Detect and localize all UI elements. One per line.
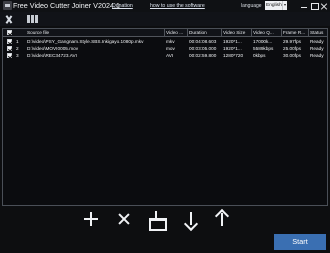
title-bar: Free Video Cutter Joiner V2024.1 Donatio… xyxy=(0,0,330,12)
source-file-cell: D:\video\PSY_Gangnam.Style.SBS.Inkigayo.… xyxy=(27,39,144,44)
app-title: Free Video Cutter Joiner V2024.1 xyxy=(13,1,120,10)
video-quality-cell: 0kbps xyxy=(253,53,266,58)
source-file-cell: D:\video\MOVI0005.mov xyxy=(27,46,79,51)
duration-cell: 00:02:59.800 xyxy=(189,53,217,58)
mode-toolbar xyxy=(0,12,330,26)
scissors-icon[interactable] xyxy=(4,14,14,24)
frame-rate-cell: 29.97fps xyxy=(283,39,301,44)
video-size-cell: 1920*1... xyxy=(223,46,242,51)
duration-cell: 00:04:08.603 xyxy=(189,39,217,44)
plus-icon[interactable] xyxy=(81,209,101,229)
column-video-format[interactable]: Video ... xyxy=(166,29,186,36)
row-number: 3 xyxy=(16,53,19,58)
chevron-down-icon[interactable] xyxy=(282,1,287,10)
video-size-cell: 1920*1... xyxy=(223,39,242,44)
close-icon[interactable] xyxy=(114,209,134,229)
status-cell: Ready xyxy=(310,53,324,58)
column-source-file[interactable]: Source file xyxy=(27,29,65,36)
column-status[interactable]: Status xyxy=(310,29,327,36)
video-quality-cell: 17000k... xyxy=(253,39,273,44)
arrow-up-icon[interactable] xyxy=(212,209,232,229)
row-checkbox[interactable] xyxy=(7,39,12,44)
file-table: Source file Video ... Duration Video Siz… xyxy=(2,28,328,206)
row-checkbox[interactable] xyxy=(7,46,12,51)
frame-rate-cell: 25.00fps xyxy=(283,46,301,51)
table-row[interactable]: 1 D:\video\PSY_Gangnam.Style.SBS.Inkigay… xyxy=(3,38,327,45)
table-row[interactable]: 2 D:\video\MOVI0005.mov mov 00:03:05.000… xyxy=(3,45,327,52)
arrow-down-icon[interactable] xyxy=(181,209,201,229)
video-size-cell: 1280*720 xyxy=(223,53,244,58)
frame-rate-cell: 30.00fps xyxy=(283,53,301,58)
video-quality-cell: 5589kbps xyxy=(253,46,274,51)
join-icon[interactable] xyxy=(27,15,38,23)
video-format-cell: AVI xyxy=(166,53,174,58)
maximize-icon[interactable] xyxy=(309,1,319,11)
row-number: 2 xyxy=(16,46,19,51)
column-video-quality[interactable]: Video Q... xyxy=(253,29,279,36)
language-select[interactable]: English xyxy=(265,1,282,10)
status-cell: Ready xyxy=(310,39,324,44)
table-row[interactable]: 3 D:\video\REC34723.AVI AVI 00:02:59.800… xyxy=(3,52,327,59)
column-frame-rate[interactable]: Frame R... xyxy=(283,29,307,36)
how-to-link[interactable]: how to use the software xyxy=(150,2,205,10)
column-duration[interactable]: Duration xyxy=(189,29,219,36)
row-checkbox[interactable] xyxy=(7,53,12,58)
select-all-checkbox[interactable] xyxy=(7,30,12,35)
table-header: Source file Video ... Duration Video Siz… xyxy=(3,29,327,37)
duration-cell: 00:03:05.000 xyxy=(189,46,217,51)
video-format-cell: mkv xyxy=(166,39,175,44)
video-format-cell: mov xyxy=(166,46,175,51)
minimize-icon[interactable] xyxy=(299,1,309,11)
status-cell: Ready xyxy=(310,46,324,51)
language-label: language xyxy=(241,3,262,9)
close-icon[interactable] xyxy=(319,1,329,11)
broom-icon[interactable] xyxy=(146,209,167,231)
row-number: 1 xyxy=(16,39,19,44)
video-app-icon xyxy=(3,1,12,10)
source-file-cell: D:\video\REC34723.AVI xyxy=(27,53,77,58)
column-video-size[interactable]: Video Size xyxy=(223,29,250,36)
donation-link[interactable]: Donation xyxy=(112,2,133,10)
start-button[interactable]: Start xyxy=(274,234,326,250)
